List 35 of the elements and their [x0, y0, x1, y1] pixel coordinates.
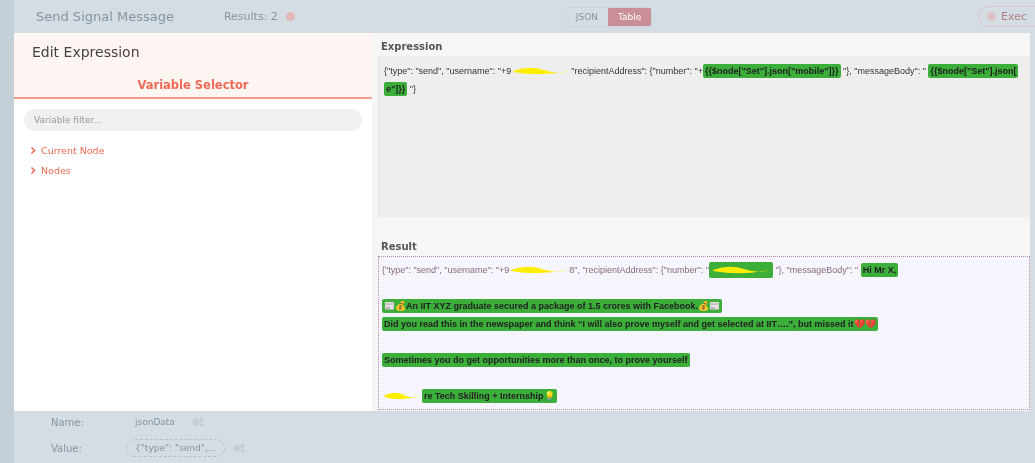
expression-editor[interactable]: {"type": "send", "username": "+9 "recipientAddress": {"number": "+ {{$node["Set"].json["mobile"]}} "}, "messageBody": " {{$node["Set"].json[ e"]}} "} — [378, 56, 1030, 217]
expression-chip: Sometimes you do get opportunities more than once, to prove yourself — [382, 353, 690, 367]
code-text: {"type": "send", "username": "+9 — [382, 265, 510, 275]
results-count: Results: 2 — [223, 10, 295, 23]
code-text: "recipientAddress": {"number": "+ — [571, 66, 703, 76]
chevron-icon — [30, 146, 36, 154]
view-tab[interactable]: JSON — [565, 7, 609, 26]
code-text: "}, "messageBody": " — [774, 265, 860, 275]
expression-chip: re Tech Skilling + Internship💡 — [422, 389, 557, 403]
redaction-scribble — [382, 390, 422, 402]
expression-chip: Did you read this in the newspaper and think “I will also prove myself and get selected at IIT….”, but missed it💔💔 — [382, 317, 878, 331]
section-label: Result — [380, 240, 418, 254]
section-label: Expression — [380, 40, 444, 54]
expression-chip: {{$node["Set"].json["mobile"]}} — [703, 64, 841, 78]
code-text: "}, "messageBody": " — [842, 66, 927, 76]
code-text: {"type": "send", "username": "+9 — [384, 66, 512, 76]
expression-chip: e"]}} — [384, 82, 408, 96]
dialog-title: Edit Expression — [31, 43, 141, 60]
code-text: 8", "recipientAddress": {"number": " — [569, 265, 709, 275]
expression-chip: Hi Mr X, — [860, 263, 899, 277]
parameter-label: Value: — [51, 442, 83, 454]
expression-chip: 📰💰An IIT XYZ graduate secured a package of 1.5 crores with Facebook.💰📰 — [382, 299, 723, 313]
variable-filter-field[interactable]: Variable filter... — [24, 109, 362, 131]
play-icon — [987, 12, 997, 21]
chevron-icon — [30, 166, 36, 174]
variable-selector-tab[interactable]: Variable Selector — [137, 78, 249, 97]
parameter-value[interactable]: jsonData — [126, 413, 184, 431]
node-title: Send Signal Message — [36, 9, 174, 24]
view-tab[interactable]: Table — [608, 7, 652, 26]
code-text: "} — [408, 84, 416, 94]
info-icon — [285, 12, 295, 21]
parameter-label: Name: — [51, 416, 85, 428]
tree-item[interactable]: Nodes — [30, 163, 372, 177]
tree-item[interactable]: Current Node — [30, 143, 372, 157]
expression-chip: {{$node["Set"].json[ — [928, 64, 1019, 78]
